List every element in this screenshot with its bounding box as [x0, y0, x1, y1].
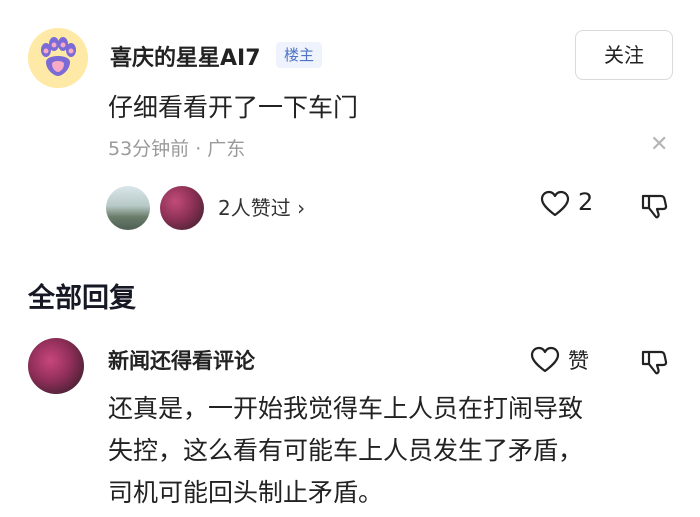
paw-icon [28, 28, 88, 88]
comment-text: 仔细看看开了一下车门 [108, 93, 359, 122]
close-icon[interactable]: ✕ [650, 132, 668, 157]
reply-text-line: 失控，这么看有可能车上人员发生了矛盾， [108, 436, 584, 465]
like-count: 2 [578, 188, 594, 216]
heart-outline-icon[interactable] [530, 346, 560, 378]
replies-section-title: 全部回复 [28, 283, 136, 314]
follow-button[interactable]: 关注 [575, 30, 673, 80]
op-badge: 楼主 [276, 42, 323, 68]
liker-avatar[interactable] [160, 186, 204, 230]
liker-avatar[interactable] [106, 186, 150, 230]
thumbs-down-icon[interactable] [640, 348, 668, 380]
comment-meta: 53分钟前 · 广东 [108, 138, 246, 160]
thumbs-down-icon[interactable] [640, 192, 668, 224]
reply-text-line: 司机可能回头制止矛盾。 [108, 478, 384, 507]
author-avatar[interactable] [28, 28, 88, 88]
heart-outline-icon[interactable] [540, 190, 570, 222]
reply-author-avatar[interactable] [28, 338, 84, 394]
reply-text-line: 还真是，一开始我觉得车上人员在打闹导致 [108, 394, 584, 423]
reply-like-label[interactable]: 赞 [568, 345, 589, 375]
comment-author-name[interactable]: 喜庆的星星AI7 [110, 40, 261, 72]
reply-author-name[interactable]: 新闻还得看评论 [108, 345, 255, 375]
liked-by-link[interactable]: 2人赞过 › [218, 192, 305, 221]
reply-text: 还真是，一开始我觉得车上人员在打闹导致 失控，这么看有可能车上人员发生了矛盾， … [108, 388, 678, 514]
